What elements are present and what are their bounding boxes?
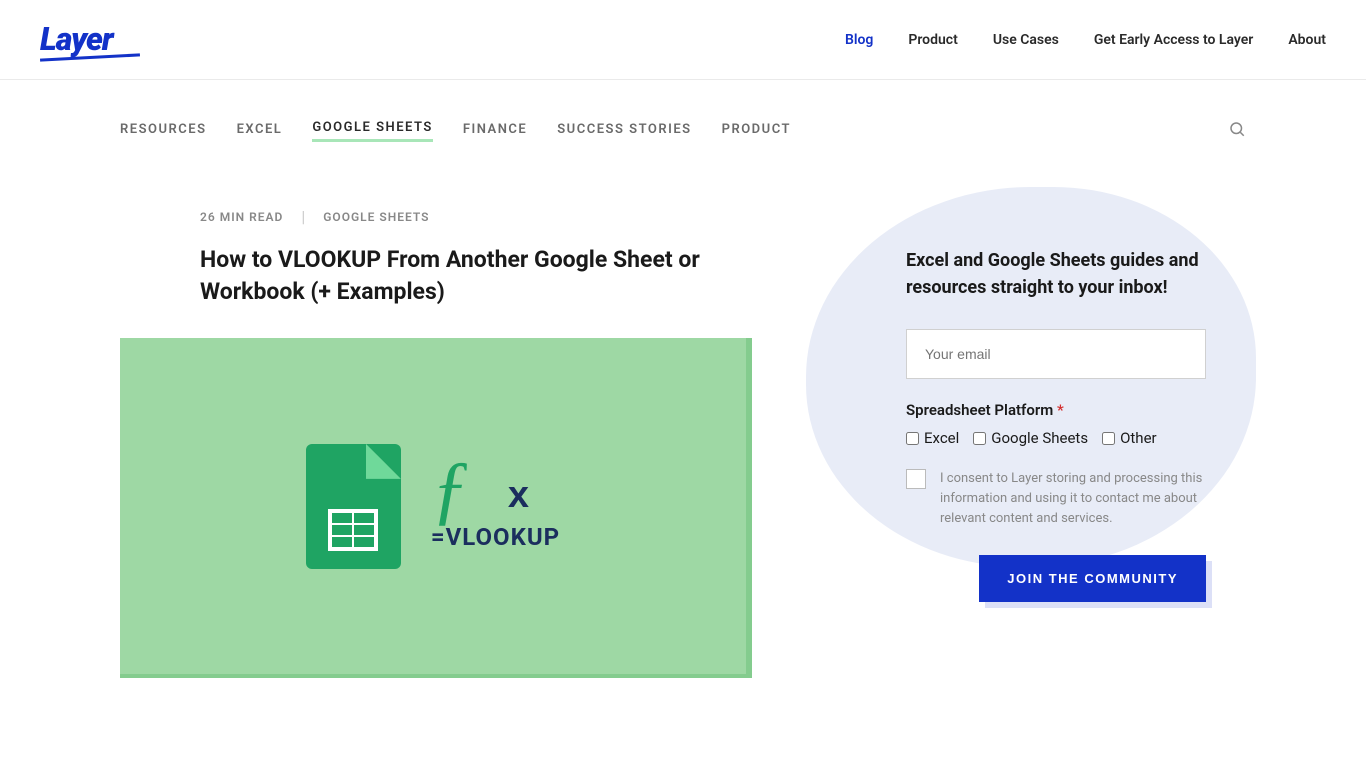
article-title: How to VLOOKUP From Another Google Sheet… (200, 244, 750, 308)
consent-row: I consent to Layer storing and processin… (906, 469, 1206, 529)
sidebar: Excel and Google Sheets guides and resou… (866, 207, 1246, 678)
fx-block: ƒ x =VLOOKUP (431, 462, 560, 551)
google-sheets-icon (306, 444, 401, 569)
platform-option-google-sheets[interactable]: Google Sheets (973, 429, 1088, 447)
platform-option-excel[interactable]: Excel (906, 429, 959, 447)
platform-options: Excel Google Sheets Other (906, 429, 1206, 447)
content: 26 MIN READ | GOOGLE SHEETS How to VLOOK… (0, 167, 1366, 718)
sidebar-title: Excel and Google Sheets guides and resou… (906, 247, 1206, 301)
fx-x-icon: x (508, 474, 529, 517)
platform-label: Spreadsheet Platform * (906, 401, 1206, 419)
read-time: 26 MIN READ (200, 210, 283, 224)
platform-option-other[interactable]: Other (1102, 429, 1157, 447)
hero-image: ƒ x =VLOOKUP (120, 338, 752, 678)
nav-early-access[interactable]: Get Early Access to Layer (1094, 32, 1254, 48)
subnav-finance[interactable]: FINANCE (463, 122, 527, 141)
subnav-resources[interactable]: RESOURCES (120, 122, 207, 141)
subnav-excel[interactable]: EXCEL (237, 122, 283, 141)
meta-separator: | (301, 207, 305, 226)
search-icon[interactable] (1228, 120, 1246, 142)
nav-use-cases[interactable]: Use Cases (993, 32, 1059, 48)
primary-nav: Blog Product Use Cases Get Early Access … (845, 32, 1326, 48)
nav-blog[interactable]: Blog (845, 32, 873, 48)
subnav-product[interactable]: PRODUCT (722, 122, 791, 141)
checkbox-excel[interactable] (906, 432, 919, 445)
join-community-button[interactable]: JOIN THE COMMUNITY (979, 555, 1206, 602)
article-category[interactable]: GOOGLE SHEETS (323, 210, 429, 224)
nav-product[interactable]: Product (908, 32, 957, 48)
fx-symbol-icon: ƒ (431, 462, 470, 517)
main-header: Layer Blog Product Use Cases Get Early A… (0, 0, 1366, 80)
logo[interactable]: Layer (40, 20, 140, 59)
consent-checkbox[interactable] (906, 469, 926, 489)
subnav-google-sheets[interactable]: GOOGLE SHEETS (312, 120, 433, 142)
consent-text: I consent to Layer storing and processin… (940, 469, 1206, 529)
checkbox-google-sheets[interactable] (973, 432, 986, 445)
subnav-success-stories[interactable]: SUCCESS STORIES (557, 122, 691, 141)
logo-text: Layer (40, 20, 140, 58)
main-column: 26 MIN READ | GOOGLE SHEETS How to VLOOK… (200, 207, 806, 678)
article-meta: 26 MIN READ | GOOGLE SHEETS (200, 207, 806, 226)
checkbox-other[interactable] (1102, 432, 1115, 445)
email-field[interactable] (906, 329, 1206, 379)
subnav: RESOURCES EXCEL GOOGLE SHEETS FINANCE SU… (0, 80, 1366, 167)
nav-about[interactable]: About (1288, 32, 1326, 48)
